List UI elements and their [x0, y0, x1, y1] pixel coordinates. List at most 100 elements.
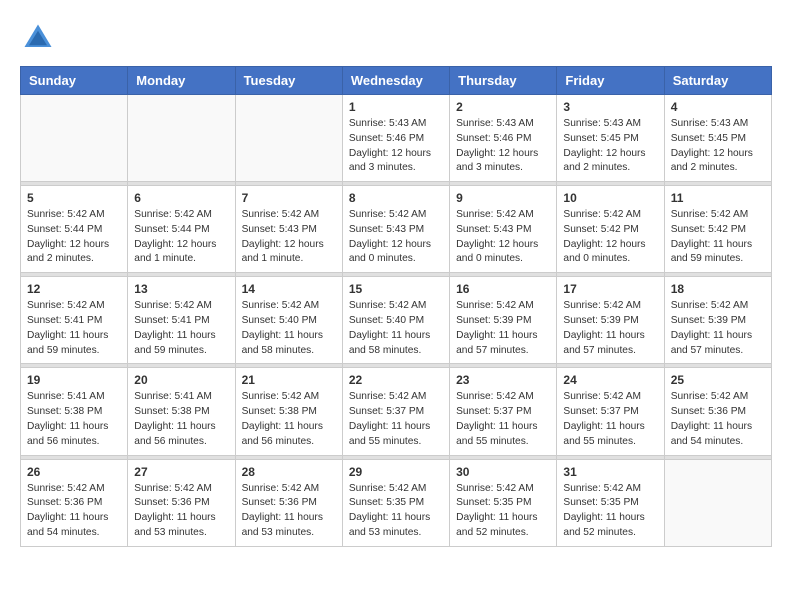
calendar-cell: 19 Sunrise: 5:41 AM Sunset: 5:38 PM Dayli…: [21, 368, 128, 455]
day-info: Sunrise: 5:41 AM Sunset: 5:38 PM Dayligh…: [134, 390, 228, 449]
calendar-cell: 3 Sunrise: 5:43 AM Sunset: 5:45 PM Daylig…: [557, 95, 664, 182]
calendar-cell: 5Sunrise: 5:42 AM Sunset: 5:44 PM Daylig…: [21, 186, 128, 273]
day-number: 2: [456, 100, 550, 114]
day-number: 9: [456, 191, 550, 205]
calendar-cell: 20Sunrise: 5:41 AM Sunset: 5:38 PM Dayli…: [128, 368, 235, 455]
calendar-cell: 26 Sunrise: 5:42 AM Sunset: 5:36 PM Dayli…: [21, 459, 128, 546]
calendar-cell: 15Sunrise: 5:42 AM Sunset: 5:40 PM Dayli…: [342, 277, 449, 364]
day-number: 19: [27, 373, 121, 387]
day-number: 6: [134, 191, 228, 205]
day-info: Sunrise: 5:42 AM Sunset: 5:39 PM Dayligh…: [563, 299, 657, 358]
day-number: 25: [671, 373, 765, 387]
day-number: 8: [349, 191, 443, 205]
calendar-cell: 27 Sunrise: 5:42 AM Sunset: 5:36 PM Dayli…: [128, 459, 235, 546]
day-number: 23: [456, 373, 550, 387]
weekday-header: Wednesday: [342, 67, 449, 95]
calendar-cell: 23 Sunrise: 5:42 AM Sunset: 5:37 PM Dayli…: [450, 368, 557, 455]
weekday-header: Friday: [557, 67, 664, 95]
calendar-cell: 17 Sunrise: 5:42 AM Sunset: 5:39 PM Dayli…: [557, 277, 664, 364]
day-info: Sunrise: 5:42 AM Sunset: 5:39 PM Dayligh…: [456, 299, 550, 358]
calendar-cell: 10 Sunrise: 5:42 AM Sunset: 5:42 PM Dayli…: [557, 186, 664, 273]
calendar-cell: 16 Sunrise: 5:42 AM Sunset: 5:39 PM Dayli…: [450, 277, 557, 364]
weekday-header: Tuesday: [235, 67, 342, 95]
day-info: Sunrise: 5:42 AM Sunset: 5:43 PM Dayligh…: [242, 208, 336, 267]
day-number: 30: [456, 465, 550, 479]
calendar-cell: [128, 95, 235, 182]
day-info: Sunrise: 5:42 AM Sunset: 5:42 PM Dayligh…: [563, 208, 657, 267]
day-number: 13: [134, 282, 228, 296]
calendar-cell: 6 Sunrise: 5:42 AM Sunset: 5:44 PM Daylig…: [128, 186, 235, 273]
day-info: Sunrise: 5:42 AM Sunset: 5:36 PM Dayligh…: [27, 482, 121, 541]
day-number: 29: [349, 465, 443, 479]
calendar-cell: 31 Sunrise: 5:42 AM Sunset: 5:35 PM Dayli…: [557, 459, 664, 546]
day-info: Sunrise: 5:42 AM Sunset: 5:39 PM Dayligh…: [671, 299, 765, 358]
day-number: 27: [134, 465, 228, 479]
day-number: 17: [563, 282, 657, 296]
calendar-cell: 9 Sunrise: 5:42 AM Sunset: 5:43 PM Daylig…: [450, 186, 557, 273]
day-number: 31: [563, 465, 657, 479]
calendar-week-row: 5Sunrise: 5:42 AM Sunset: 5:44 PM Daylig…: [21, 186, 772, 273]
day-number: 28: [242, 465, 336, 479]
day-info: Sunrise: 5:43 AM Sunset: 5:46 PM Dayligh…: [349, 117, 443, 176]
day-number: 14: [242, 282, 336, 296]
calendar-cell: [235, 95, 342, 182]
day-info: Sunrise: 5:42 AM Sunset: 5:44 PM Dayligh…: [27, 208, 121, 267]
day-info: Sunrise: 5:42 AM Sunset: 5:38 PM Dayligh…: [242, 390, 336, 449]
logo: [20, 20, 62, 56]
day-info: Sunrise: 5:42 AM Sunset: 5:43 PM Dayligh…: [349, 208, 443, 267]
day-info: Sunrise: 5:42 AM Sunset: 5:41 PM Dayligh…: [134, 299, 228, 358]
day-number: 7: [242, 191, 336, 205]
day-number: 4: [671, 100, 765, 114]
day-info: Sunrise: 5:42 AM Sunset: 5:43 PM Dayligh…: [456, 208, 550, 267]
calendar-cell: 21 Sunrise: 5:42 AM Sunset: 5:38 PM Dayli…: [235, 368, 342, 455]
day-number: 24: [563, 373, 657, 387]
calendar-cell: 4Sunrise: 5:43 AM Sunset: 5:45 PM Daylig…: [664, 95, 771, 182]
calendar-week-row: 12Sunrise: 5:42 AM Sunset: 5:41 PM Dayli…: [21, 277, 772, 364]
day-info: Sunrise: 5:42 AM Sunset: 5:35 PM Dayligh…: [456, 482, 550, 541]
weekday-header: Sunday: [21, 67, 128, 95]
day-info: Sunrise: 5:42 AM Sunset: 5:37 PM Dayligh…: [456, 390, 550, 449]
calendar-cell: 30 Sunrise: 5:42 AM Sunset: 5:35 PM Dayli…: [450, 459, 557, 546]
day-info: Sunrise: 5:43 AM Sunset: 5:45 PM Dayligh…: [563, 117, 657, 176]
calendar-week-row: 1 Sunrise: 5:43 AM Sunset: 5:46 PM Daylig…: [21, 95, 772, 182]
calendar-week-row: 19 Sunrise: 5:41 AM Sunset: 5:38 PM Dayli…: [21, 368, 772, 455]
day-info: Sunrise: 5:42 AM Sunset: 5:35 PM Dayligh…: [349, 482, 443, 541]
calendar-week-row: 26 Sunrise: 5:42 AM Sunset: 5:36 PM Dayli…: [21, 459, 772, 546]
day-number: 21: [242, 373, 336, 387]
day-number: 15: [349, 282, 443, 296]
calendar-cell: 28 Sunrise: 5:42 AM Sunset: 5:36 PM Dayli…: [235, 459, 342, 546]
calendar-cell: 24 Sunrise: 5:42 AM Sunset: 5:37 PM Dayli…: [557, 368, 664, 455]
day-info: Sunrise: 5:42 AM Sunset: 5:40 PM Dayligh…: [242, 299, 336, 358]
calendar-cell: [664, 459, 771, 546]
weekday-header: Saturday: [664, 67, 771, 95]
day-number: 3: [563, 100, 657, 114]
day-info: Sunrise: 5:41 AM Sunset: 5:38 PM Dayligh…: [27, 390, 121, 449]
day-info: Sunrise: 5:42 AM Sunset: 5:36 PM Dayligh…: [134, 482, 228, 541]
day-info: Sunrise: 5:43 AM Sunset: 5:46 PM Dayligh…: [456, 117, 550, 176]
day-number: 22: [349, 373, 443, 387]
day-number: 18: [671, 282, 765, 296]
calendar-cell: [21, 95, 128, 182]
calendar: SundayMondayTuesdayWednesdayThursdayFrid…: [20, 66, 772, 547]
calendar-cell: 29 Sunrise: 5:42 AM Sunset: 5:35 PM Dayli…: [342, 459, 449, 546]
calendar-cell: 13 Sunrise: 5:42 AM Sunset: 5:41 PM Dayli…: [128, 277, 235, 364]
day-info: Sunrise: 5:42 AM Sunset: 5:37 PM Dayligh…: [563, 390, 657, 449]
day-number: 26: [27, 465, 121, 479]
day-info: Sunrise: 5:42 AM Sunset: 5:44 PM Dayligh…: [134, 208, 228, 267]
day-number: 11: [671, 191, 765, 205]
calendar-cell: 12Sunrise: 5:42 AM Sunset: 5:41 PM Dayli…: [21, 277, 128, 364]
calendar-cell: 18 Sunrise: 5:42 AM Sunset: 5:39 PM Dayli…: [664, 277, 771, 364]
calendar-cell: 11 Sunrise: 5:42 AM Sunset: 5:42 PM Dayli…: [664, 186, 771, 273]
day-number: 10: [563, 191, 657, 205]
day-number: 16: [456, 282, 550, 296]
day-info: Sunrise: 5:42 AM Sunset: 5:36 PM Dayligh…: [242, 482, 336, 541]
day-info: Sunrise: 5:42 AM Sunset: 5:35 PM Dayligh…: [563, 482, 657, 541]
calendar-cell: 25Sunrise: 5:42 AM Sunset: 5:36 PM Dayli…: [664, 368, 771, 455]
day-info: Sunrise: 5:42 AM Sunset: 5:37 PM Dayligh…: [349, 390, 443, 449]
day-info: Sunrise: 5:42 AM Sunset: 5:42 PM Dayligh…: [671, 208, 765, 267]
day-number: 1: [349, 100, 443, 114]
calendar-cell: 2 Sunrise: 5:43 AM Sunset: 5:46 PM Daylig…: [450, 95, 557, 182]
calendar-cell: 22 Sunrise: 5:42 AM Sunset: 5:37 PM Dayli…: [342, 368, 449, 455]
day-info: Sunrise: 5:42 AM Sunset: 5:41 PM Dayligh…: [27, 299, 121, 358]
calendar-cell: 1 Sunrise: 5:43 AM Sunset: 5:46 PM Daylig…: [342, 95, 449, 182]
